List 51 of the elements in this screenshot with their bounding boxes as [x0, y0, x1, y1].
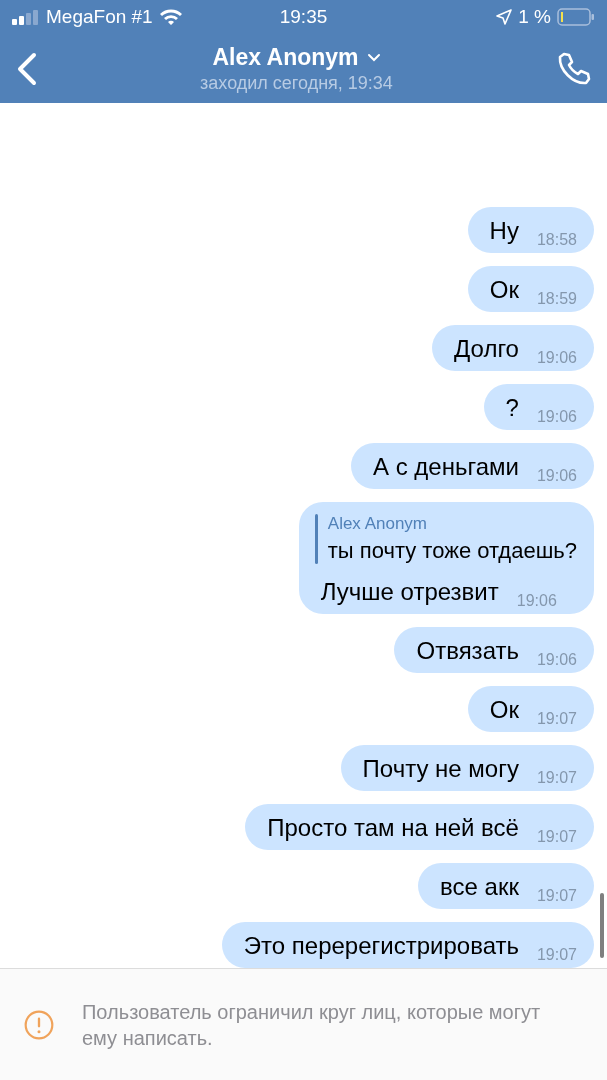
message-text: Лучше отрезвит	[320, 578, 499, 606]
battery-icon	[557, 8, 595, 26]
message-text: Ок	[489, 696, 519, 724]
scroll-bar	[600, 893, 604, 958]
wifi-icon	[158, 8, 183, 26]
reply-text: ты почту тоже отдаешь?	[327, 538, 577, 564]
message-text: Долго	[454, 335, 519, 363]
message-bubble[interactable]: Почту не могу 19:07	[340, 745, 594, 791]
message-bubble[interactable]: Это перерегистрировать 19:07	[221, 922, 594, 968]
message-bubble[interactable]: Просто там на ней всё 19:07	[245, 804, 594, 850]
message-text: Это перерегистрировать	[243, 932, 519, 960]
message-bubble[interactable]: Ок 19:07	[467, 686, 594, 732]
message-text: Почту не могу	[362, 755, 519, 783]
message-text: Ну	[489, 217, 519, 245]
message-text: А с деньгами	[373, 453, 519, 481]
message-bubble[interactable]: все акк 19:07	[418, 863, 594, 909]
back-icon[interactable]	[16, 51, 38, 86]
message-text: ?	[505, 394, 519, 422]
message-time: 19:06	[516, 592, 557, 610]
message-time: 19:07	[536, 710, 577, 728]
message-bubble[interactable]: Ок 18:59	[467, 266, 594, 312]
chevron-down-icon[interactable]	[366, 52, 381, 62]
message-time: 19:06	[536, 349, 577, 367]
message-time: 19:07	[536, 946, 577, 964]
message-text: Просто там на ней всё	[267, 814, 519, 842]
chat-title[interactable]: Alex Anonym	[212, 43, 359, 71]
message-time: 19:06	[536, 408, 577, 426]
restriction-notice: Пользователь ограничил круг лиц, которые могут ему написать.	[82, 999, 542, 1051]
last-seen-status: заходил сегодня, 19:34	[200, 72, 393, 94]
message-time: 19:06	[536, 467, 577, 485]
message-bubble[interactable]: ? 19:06	[483, 384, 594, 430]
status-time: 19:35	[279, 6, 328, 27]
message-bubble[interactable]: А с деньгами 19:06	[351, 443, 594, 489]
message-text: все акк	[440, 873, 519, 901]
message-time: 18:59	[536, 290, 577, 308]
battery-percent: 1 %	[518, 6, 551, 28]
message-bubble[interactable]: Долго 19:06	[432, 325, 594, 371]
message-time: 19:07	[536, 828, 577, 846]
location-icon	[496, 9, 513, 25]
message-bubble[interactable]: Отвязать 19:06	[394, 627, 594, 673]
message-time: 19:07	[536, 887, 577, 905]
message-bubble[interactable]: Alex Anonym ты почту тоже отдаешь? Лучше отрезвит 19:06	[298, 502, 594, 614]
message-time: 19:07	[536, 769, 577, 787]
signal-icon	[12, 9, 40, 25]
message-text: Ок	[489, 276, 519, 304]
message-bubble[interactable]: Ну 18:58	[467, 207, 594, 253]
carrier-name: MegaFon #1	[46, 6, 153, 28]
message-time: 18:58	[536, 231, 577, 249]
reply-author: Alex Anonym	[327, 514, 429, 534]
message-text: Отвязать	[416, 637, 519, 665]
message-time: 19:06	[536, 651, 577, 669]
